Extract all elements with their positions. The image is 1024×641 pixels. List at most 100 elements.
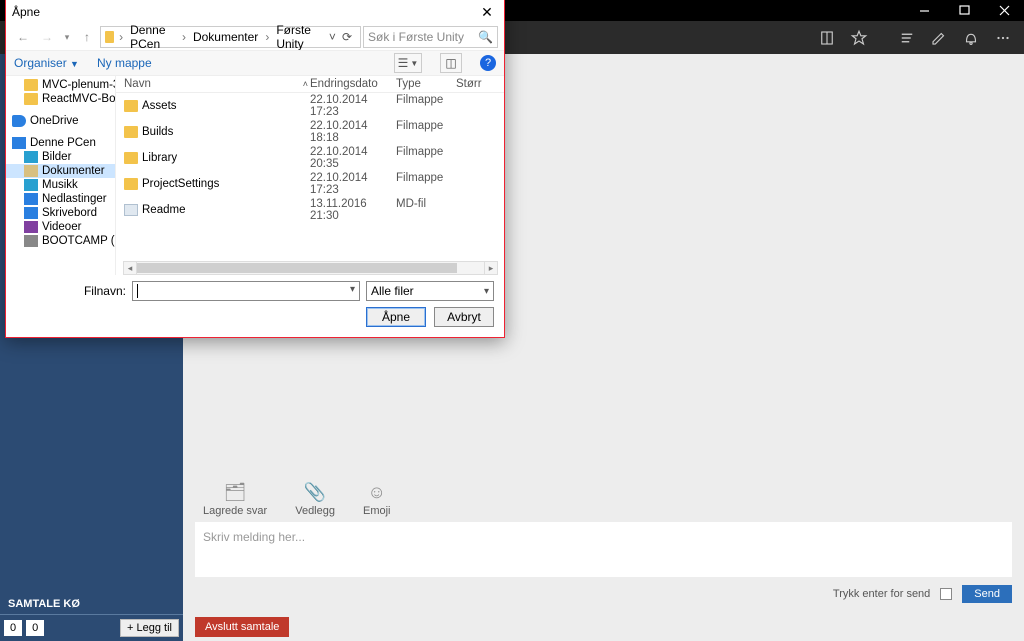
file-date: 22.10.2014 17:23 xyxy=(310,172,396,196)
col-name[interactable]: Navn xyxy=(124,78,151,90)
window-close-button[interactable] xyxy=(984,0,1024,21)
drv-icon xyxy=(24,235,38,247)
cloud-icon xyxy=(12,115,26,127)
forward-button[interactable]: → xyxy=(36,26,58,48)
help-button[interactable]: ? xyxy=(480,55,496,71)
crumb-2[interactable]: Dokumenter xyxy=(191,30,260,44)
star-icon[interactable] xyxy=(844,23,874,53)
filename-input[interactable]: ▾ xyxy=(132,281,360,301)
up-button[interactable]: ↑ xyxy=(76,26,98,48)
preview-pane-button[interactable]: ◫ xyxy=(440,53,462,73)
col-date[interactable]: Endringsdato xyxy=(310,78,396,90)
refresh-button[interactable]: ⟳ xyxy=(338,30,356,44)
dialog-title: Åpne xyxy=(12,5,476,19)
recent-dropdown[interactable]: ▾ xyxy=(60,26,74,48)
tree-node-label: MVC-plenum-3 xyxy=(42,79,115,91)
dialog-nav: ← → ▾ ↑ › Denne PCen › Dokumenter › Førs… xyxy=(6,24,504,50)
horizontal-scrollbar[interactable]: ◂ ▸ xyxy=(123,261,498,275)
tree-node-label: Nedlastinger xyxy=(42,193,107,205)
file-row[interactable]: Builds22.10.2014 18:18Filmappe xyxy=(116,119,504,145)
file-icon xyxy=(124,204,138,216)
tree-node[interactable]: ReactMVC-Boile xyxy=(6,92,115,106)
attachment-button[interactable]: 📎 Vedlegg xyxy=(295,482,335,517)
window-minimize-button[interactable] xyxy=(904,0,944,21)
dialog-body: MVC-plenum-3˄ReactMVC-BoileOneDriveDenne… xyxy=(6,76,504,275)
scroll-right-button[interactable]: ▸ xyxy=(484,261,498,275)
menu-icon[interactable] xyxy=(892,23,922,53)
tree-node[interactable]: OneDrive xyxy=(6,114,115,128)
tree-node[interactable]: Skrivebord xyxy=(6,206,115,220)
tree-node[interactable]: BOOTCAMP (C:) xyxy=(6,234,115,248)
file-type: MD-fil xyxy=(396,198,456,222)
chevron-down-icon[interactable]: ▾ xyxy=(350,284,355,295)
col-type[interactable]: Type xyxy=(396,78,456,90)
view-mode-button[interactable]: ☰ ▼ xyxy=(394,53,422,73)
file-row[interactable]: Assets22.10.2014 17:23Filmappe xyxy=(116,93,504,119)
edit-icon[interactable] xyxy=(924,23,954,53)
queue-add-button[interactable]: + Legg til xyxy=(120,619,179,637)
saved-replies-button[interactable]: 🗂 Lagrede svar xyxy=(203,482,267,517)
folder-icon xyxy=(105,31,114,43)
saved-icon: 🗂 xyxy=(224,482,247,503)
chevron-right-icon: › xyxy=(262,30,272,44)
message-input[interactable]: Skriv melding her... xyxy=(195,522,1012,577)
pic-icon xyxy=(24,151,38,163)
back-button[interactable]: ← xyxy=(12,26,34,48)
end-conversation-button[interactable]: Avslutt samtale xyxy=(195,617,289,637)
vid-icon xyxy=(24,221,38,233)
file-list-header[interactable]: Navn ˄ Endringsdato Type Størr xyxy=(116,76,504,93)
scroll-left-button[interactable]: ◂ xyxy=(123,261,137,275)
file-name: Assets xyxy=(142,100,177,112)
tree-node[interactable]: Bilder xyxy=(6,150,115,164)
tree-node-label: Skrivebord xyxy=(42,207,97,219)
organize-menu[interactable]: Organiser ▼ xyxy=(14,56,79,70)
file-type: Filmappe xyxy=(396,120,456,144)
tree-node[interactable]: Videoer xyxy=(6,220,115,234)
file-name: Readme xyxy=(142,204,185,216)
file-name: Builds xyxy=(142,126,173,138)
bell-icon[interactable] xyxy=(956,23,986,53)
tree-node[interactable]: Musikk xyxy=(6,178,115,192)
attach-label: Vedlegg xyxy=(295,505,335,517)
new-folder-button[interactable]: Ny mappe xyxy=(97,56,152,70)
dialog-close-button[interactable]: ✕ xyxy=(476,2,498,22)
chat-actionbar: 🗂 Lagrede svar 📎 Vedlegg ☺ Emoji xyxy=(183,477,1024,522)
file-type: Filmappe xyxy=(396,172,456,196)
filetype-select[interactable]: Alle filer▾ xyxy=(366,281,494,301)
col-size[interactable]: Størr xyxy=(456,78,496,90)
dl-icon xyxy=(24,193,38,205)
chevron-right-icon: › xyxy=(179,30,189,44)
open-button[interactable]: Åpne xyxy=(366,307,426,327)
chevron-down-icon: ▾ xyxy=(484,286,489,297)
emoji-button[interactable]: ☺ Emoji xyxy=(363,482,391,517)
file-row[interactable]: Library22.10.2014 20:35Filmappe xyxy=(116,145,504,171)
enter-send-checkbox[interactable] xyxy=(940,588,952,600)
crumb-3[interactable]: Første Unity xyxy=(274,23,321,51)
cancel-button[interactable]: Avbryt xyxy=(434,307,494,327)
dialog-toolbar: Organiser ▼ Ny mappe ☰ ▼ ◫ ? xyxy=(6,50,504,76)
file-date: 22.10.2014 17:23 xyxy=(310,94,396,118)
tree-node-label: ReactMVC-Boile xyxy=(42,93,115,105)
crumb-dropdown[interactable]: ˅ xyxy=(323,30,336,44)
send-button[interactable]: Send xyxy=(962,585,1012,603)
chevron-right-icon: › xyxy=(116,30,126,44)
window-maximize-button[interactable] xyxy=(944,0,984,21)
breadcrumb[interactable]: › Denne PCen › Dokumenter › Første Unity… xyxy=(100,26,361,48)
search-input[interactable]: Søk i Første Unity 🔍 xyxy=(363,26,498,48)
crumb-1[interactable]: Denne PCen xyxy=(128,23,177,51)
book-icon[interactable] xyxy=(812,23,842,53)
tree-node[interactable]: Denne PCen xyxy=(6,136,115,150)
file-row[interactable]: Readme13.11.2016 21:30MD-fil xyxy=(116,197,504,223)
file-name: Library xyxy=(142,152,177,164)
doc-icon xyxy=(24,165,38,177)
tree-node[interactable]: MVC-plenum-3˄ xyxy=(6,78,115,92)
scroll-track[interactable] xyxy=(137,261,484,275)
folder-tree[interactable]: MVC-plenum-3˄ReactMVC-Boile OneDrive Denne… xyxy=(6,76,116,275)
tree-node[interactable]: Nedlastinger xyxy=(6,192,115,206)
tree-node[interactable]: Dokumenter xyxy=(6,164,115,178)
file-row[interactable]: ProjectSettings22.10.2014 17:23Filmappe xyxy=(116,171,504,197)
scroll-thumb[interactable] xyxy=(137,263,457,273)
file-open-dialog: Åpne ✕ ← → ▾ ↑ › Denne PCen › Dokumenter… xyxy=(5,0,505,338)
sort-asc-icon: ˄ xyxy=(303,79,310,89)
more-icon[interactable] xyxy=(988,23,1018,53)
